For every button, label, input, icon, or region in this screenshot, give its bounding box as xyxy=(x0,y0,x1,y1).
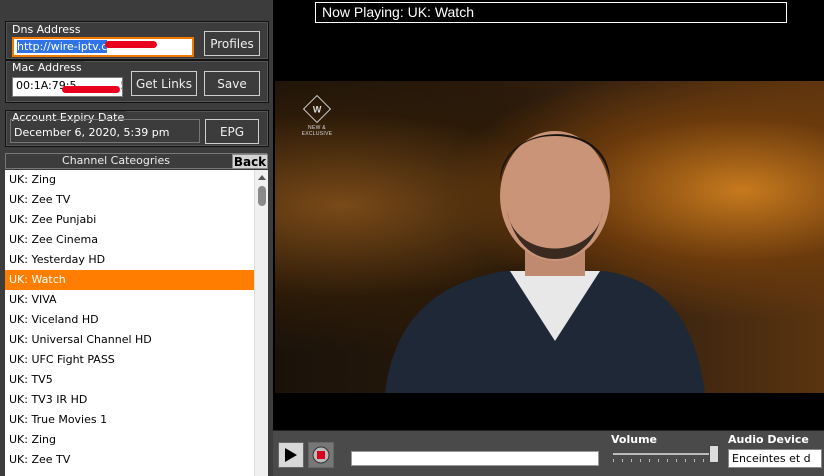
save-button[interactable]: Save xyxy=(204,71,260,96)
category-list-item[interactable]: UK: Yesterday HD xyxy=(5,250,254,270)
profiles-button[interactable]: Profiles xyxy=(204,31,260,56)
volume-tick xyxy=(649,459,650,462)
expiry-box: December 6, 2020, 5:39 pm xyxy=(10,119,200,143)
category-list-item[interactable]: UK: True Movies 1 xyxy=(5,410,254,430)
expiry-value: December 6, 2020, 5:39 pm xyxy=(14,126,170,139)
category-list-item[interactable]: UK: Watch xyxy=(5,270,254,290)
mac-label: Mac Address xyxy=(10,61,84,74)
category-list-item[interactable]: UK: Viceland HD xyxy=(5,310,254,330)
volume-tick xyxy=(631,459,632,462)
scroll-thumb[interactable] xyxy=(258,186,266,206)
category-list-item[interactable]: UK: Zing xyxy=(5,430,254,450)
volume-tick xyxy=(622,459,623,462)
left-panel: Dns Address http://wire-iptv.c Profiles … xyxy=(0,0,273,476)
category-list-item[interactable]: UK: Zing xyxy=(5,170,254,190)
category-list-item[interactable]: UK: Zee Cinema xyxy=(5,230,254,250)
volume-tick xyxy=(694,459,695,462)
volume-tick xyxy=(667,459,668,462)
player-area: Now Playing: UK: Watch W NEW & EXCLUSIVE xyxy=(273,0,824,430)
volume-tick xyxy=(640,459,641,462)
category-header: Channel Cateogries Back xyxy=(5,153,268,169)
video-frame[interactable]: W NEW & EXCLUSIVE xyxy=(275,81,824,393)
category-list-item[interactable]: UK: TV3 IR HD xyxy=(5,390,254,410)
volume-slider[interactable] xyxy=(613,453,719,455)
category-title: Channel Cateogries xyxy=(62,154,170,167)
play-button[interactable] xyxy=(278,442,304,468)
play-icon xyxy=(285,448,297,462)
category-list-item[interactable]: UK: Zee TV xyxy=(5,450,254,470)
volume-tick xyxy=(658,459,659,462)
back-button[interactable]: Back xyxy=(232,154,268,169)
audio-device-select[interactable]: Enceintes et d xyxy=(728,449,822,468)
volume-tick xyxy=(685,459,686,462)
volume-tick xyxy=(613,459,614,462)
audio-device-label: Audio Device xyxy=(728,433,809,446)
dns-label: Dns Address xyxy=(10,23,83,36)
presenter-figure xyxy=(385,131,705,393)
scroll-up-arrow-icon[interactable] xyxy=(255,170,269,184)
category-list-item[interactable]: UK: Zee TV xyxy=(5,190,254,210)
mac-suffix: 5C xyxy=(120,79,122,92)
volume-knob[interactable] xyxy=(709,445,719,463)
dns-input[interactable]: http://wire-iptv.c xyxy=(12,37,194,57)
category-list-item[interactable]: UK: UFC Fight PASS xyxy=(5,350,254,370)
category-list-item[interactable]: UK: TV5 xyxy=(5,370,254,390)
stop-button[interactable] xyxy=(308,442,334,468)
stop-icon xyxy=(312,446,330,464)
category-list[interactable]: UK: Zing UK: Zee TV UK: Zee Punjabi UK: Zee… xyxy=(5,170,254,476)
category-list-item[interactable]: UK: Universal Channel HD xyxy=(5,330,254,350)
get-links-button[interactable]: Get Links xyxy=(131,71,197,96)
list-scrollbar[interactable] xyxy=(254,170,268,476)
category-list-item[interactable]: UK: Zee Punjabi xyxy=(5,210,254,230)
volume-tick xyxy=(676,459,677,462)
category-list-item[interactable]: UK: VIVA xyxy=(5,290,254,310)
volume-tick xyxy=(703,459,704,462)
seek-bar[interactable] xyxy=(351,451,599,466)
control-bar: Volume Audio Device Enceintes et d xyxy=(273,430,824,476)
epg-button[interactable]: EPG xyxy=(205,119,259,144)
redaction-mark xyxy=(62,86,120,93)
volume-label: Volume xyxy=(611,433,657,446)
now-playing-bar: Now Playing: UK: Watch xyxy=(315,2,787,23)
redaction-mark xyxy=(105,41,157,48)
dns-value: http://wire-iptv.c xyxy=(17,40,108,53)
